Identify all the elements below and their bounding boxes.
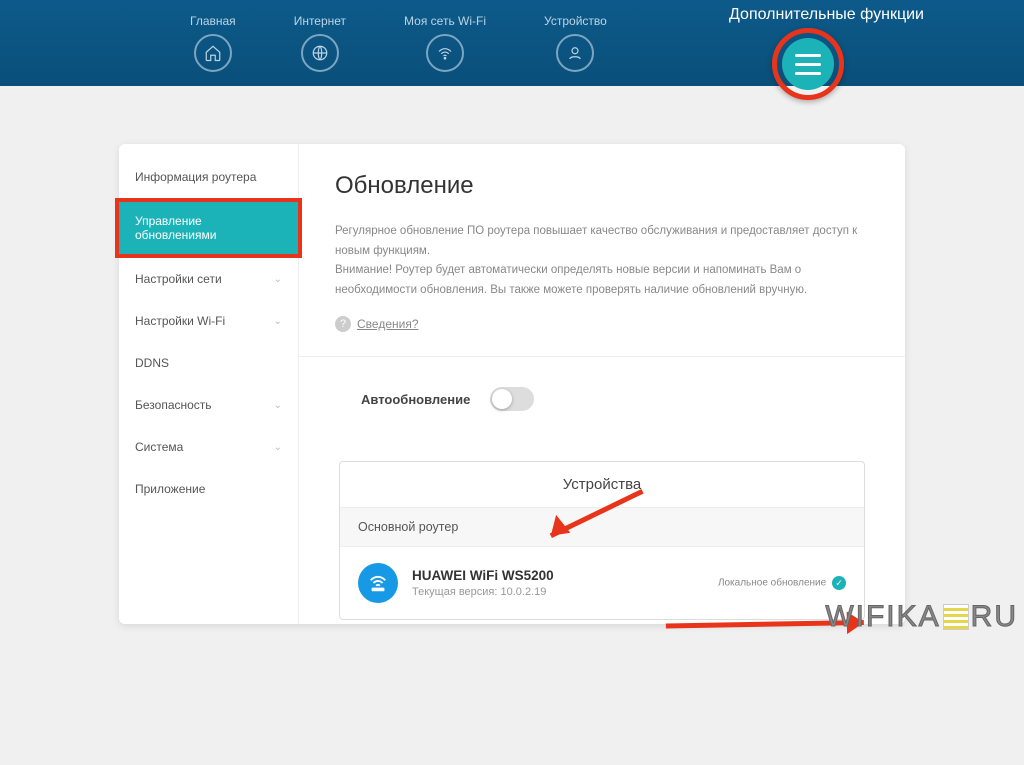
toggle-knob	[492, 389, 512, 409]
desc-line-1: Регулярное обновление ПО роутера повышае…	[335, 222, 869, 261]
nav-extra-label: Дополнительные функции	[729, 6, 924, 24]
nav-device[interactable]: Устройство	[544, 14, 607, 72]
devices-subheader: Основной роутер	[340, 508, 864, 547]
sidebar-item-label: Управление обновлениями	[135, 214, 282, 242]
sidebar-item-security[interactable]: Безопасность ⌄	[119, 384, 298, 426]
sidebar-item-wifi[interactable]: Настройки Wi-Fi ⌄	[119, 300, 298, 342]
help-icon: ?	[335, 316, 351, 332]
local-update-button[interactable]: Локальное обновление ✓	[718, 576, 846, 590]
divider	[299, 356, 905, 357]
sidebar-item-label: Настройки Wi-Fi	[135, 314, 225, 328]
auto-update-label: Автообновление	[361, 392, 470, 407]
user-icon	[556, 34, 594, 72]
device-info: HUAWEI WiFi WS5200 Текущая версия: 10.0.…	[412, 568, 554, 598]
home-icon	[194, 34, 232, 72]
sidebar-item-router-info[interactable]: Информация роутера	[119, 156, 298, 198]
qr-icon	[943, 604, 969, 630]
desc-line-2: Внимание! Роутер будет автоматически опр…	[335, 261, 869, 300]
topnav: Главная Интернет Моя сеть Wi-Fi Устройст…	[0, 0, 1024, 86]
hamburger-button[interactable]	[782, 38, 834, 90]
sidebar-item-label: DDNS	[135, 356, 169, 370]
chevron-down-icon: ⌄	[274, 274, 282, 285]
sidebar-item-label: Приложение	[135, 482, 205, 496]
wifi-icon	[426, 34, 464, 72]
details-link[interactable]: ? Сведения?	[335, 316, 869, 332]
auto-update-row: Автообновление	[335, 387, 869, 411]
devices-panel: Устройства Основной роутер HUAWEI WiFi W…	[339, 461, 865, 620]
nav-device-label: Устройство	[544, 14, 607, 28]
local-update-label: Локальное обновление	[718, 578, 826, 589]
device-name: HUAWEI WiFi WS5200	[412, 568, 554, 583]
devices-title: Устройства	[340, 462, 864, 508]
device-row: HUAWEI WiFi WS5200 Текущая версия: 10.0.…	[340, 547, 864, 619]
device-version: Текущая версия: 10.0.2.19	[412, 586, 554, 598]
sidebar-item-ddns[interactable]: DDNS	[119, 342, 298, 384]
details-link-label: Сведения?	[357, 317, 419, 331]
sidebar-item-label: Информация роутера	[135, 170, 256, 184]
sidebar-item-system[interactable]: Система ⌄	[119, 426, 298, 468]
chevron-down-icon: ⌄	[274, 400, 282, 411]
main-panel: Обновление Регулярное обновление ПО роут…	[299, 144, 905, 624]
router-icon	[358, 563, 398, 603]
sidebar-item-label: Настройки сети	[135, 272, 222, 286]
nav-internet[interactable]: Интернет	[294, 14, 346, 72]
nav-internet-label: Интернет	[294, 14, 346, 28]
check-icon: ✓	[832, 576, 846, 590]
nav-home-label: Главная	[190, 14, 236, 28]
nav-wifi-label: Моя сеть Wi-Fi	[404, 14, 486, 28]
nav-extra-highlight	[772, 28, 844, 100]
sidebar-item-update-mgmt[interactable]: Управление обновлениями	[115, 198, 302, 258]
hamburger-icon	[795, 54, 821, 57]
nav-home[interactable]: Главная	[190, 14, 236, 72]
page-title: Обновление	[335, 172, 869, 200]
auto-update-toggle[interactable]	[490, 387, 534, 411]
chevron-down-icon: ⌄	[274, 442, 282, 453]
sidebar-item-network[interactable]: Настройки сети ⌄	[119, 258, 298, 300]
sidebar-item-label: Система	[135, 440, 183, 454]
sidebar-item-app[interactable]: Приложение	[119, 468, 298, 510]
sidebar: Информация роутера Управление обновления…	[119, 144, 299, 624]
watermark: WIFIKA RU	[825, 600, 1018, 634]
nav-wifi[interactable]: Моя сеть Wi-Fi	[404, 14, 486, 72]
sidebar-item-label: Безопасность	[135, 398, 212, 412]
globe-icon	[301, 34, 339, 72]
content-card: Информация роутера Управление обновления…	[119, 144, 905, 624]
chevron-down-icon: ⌄	[274, 316, 282, 327]
